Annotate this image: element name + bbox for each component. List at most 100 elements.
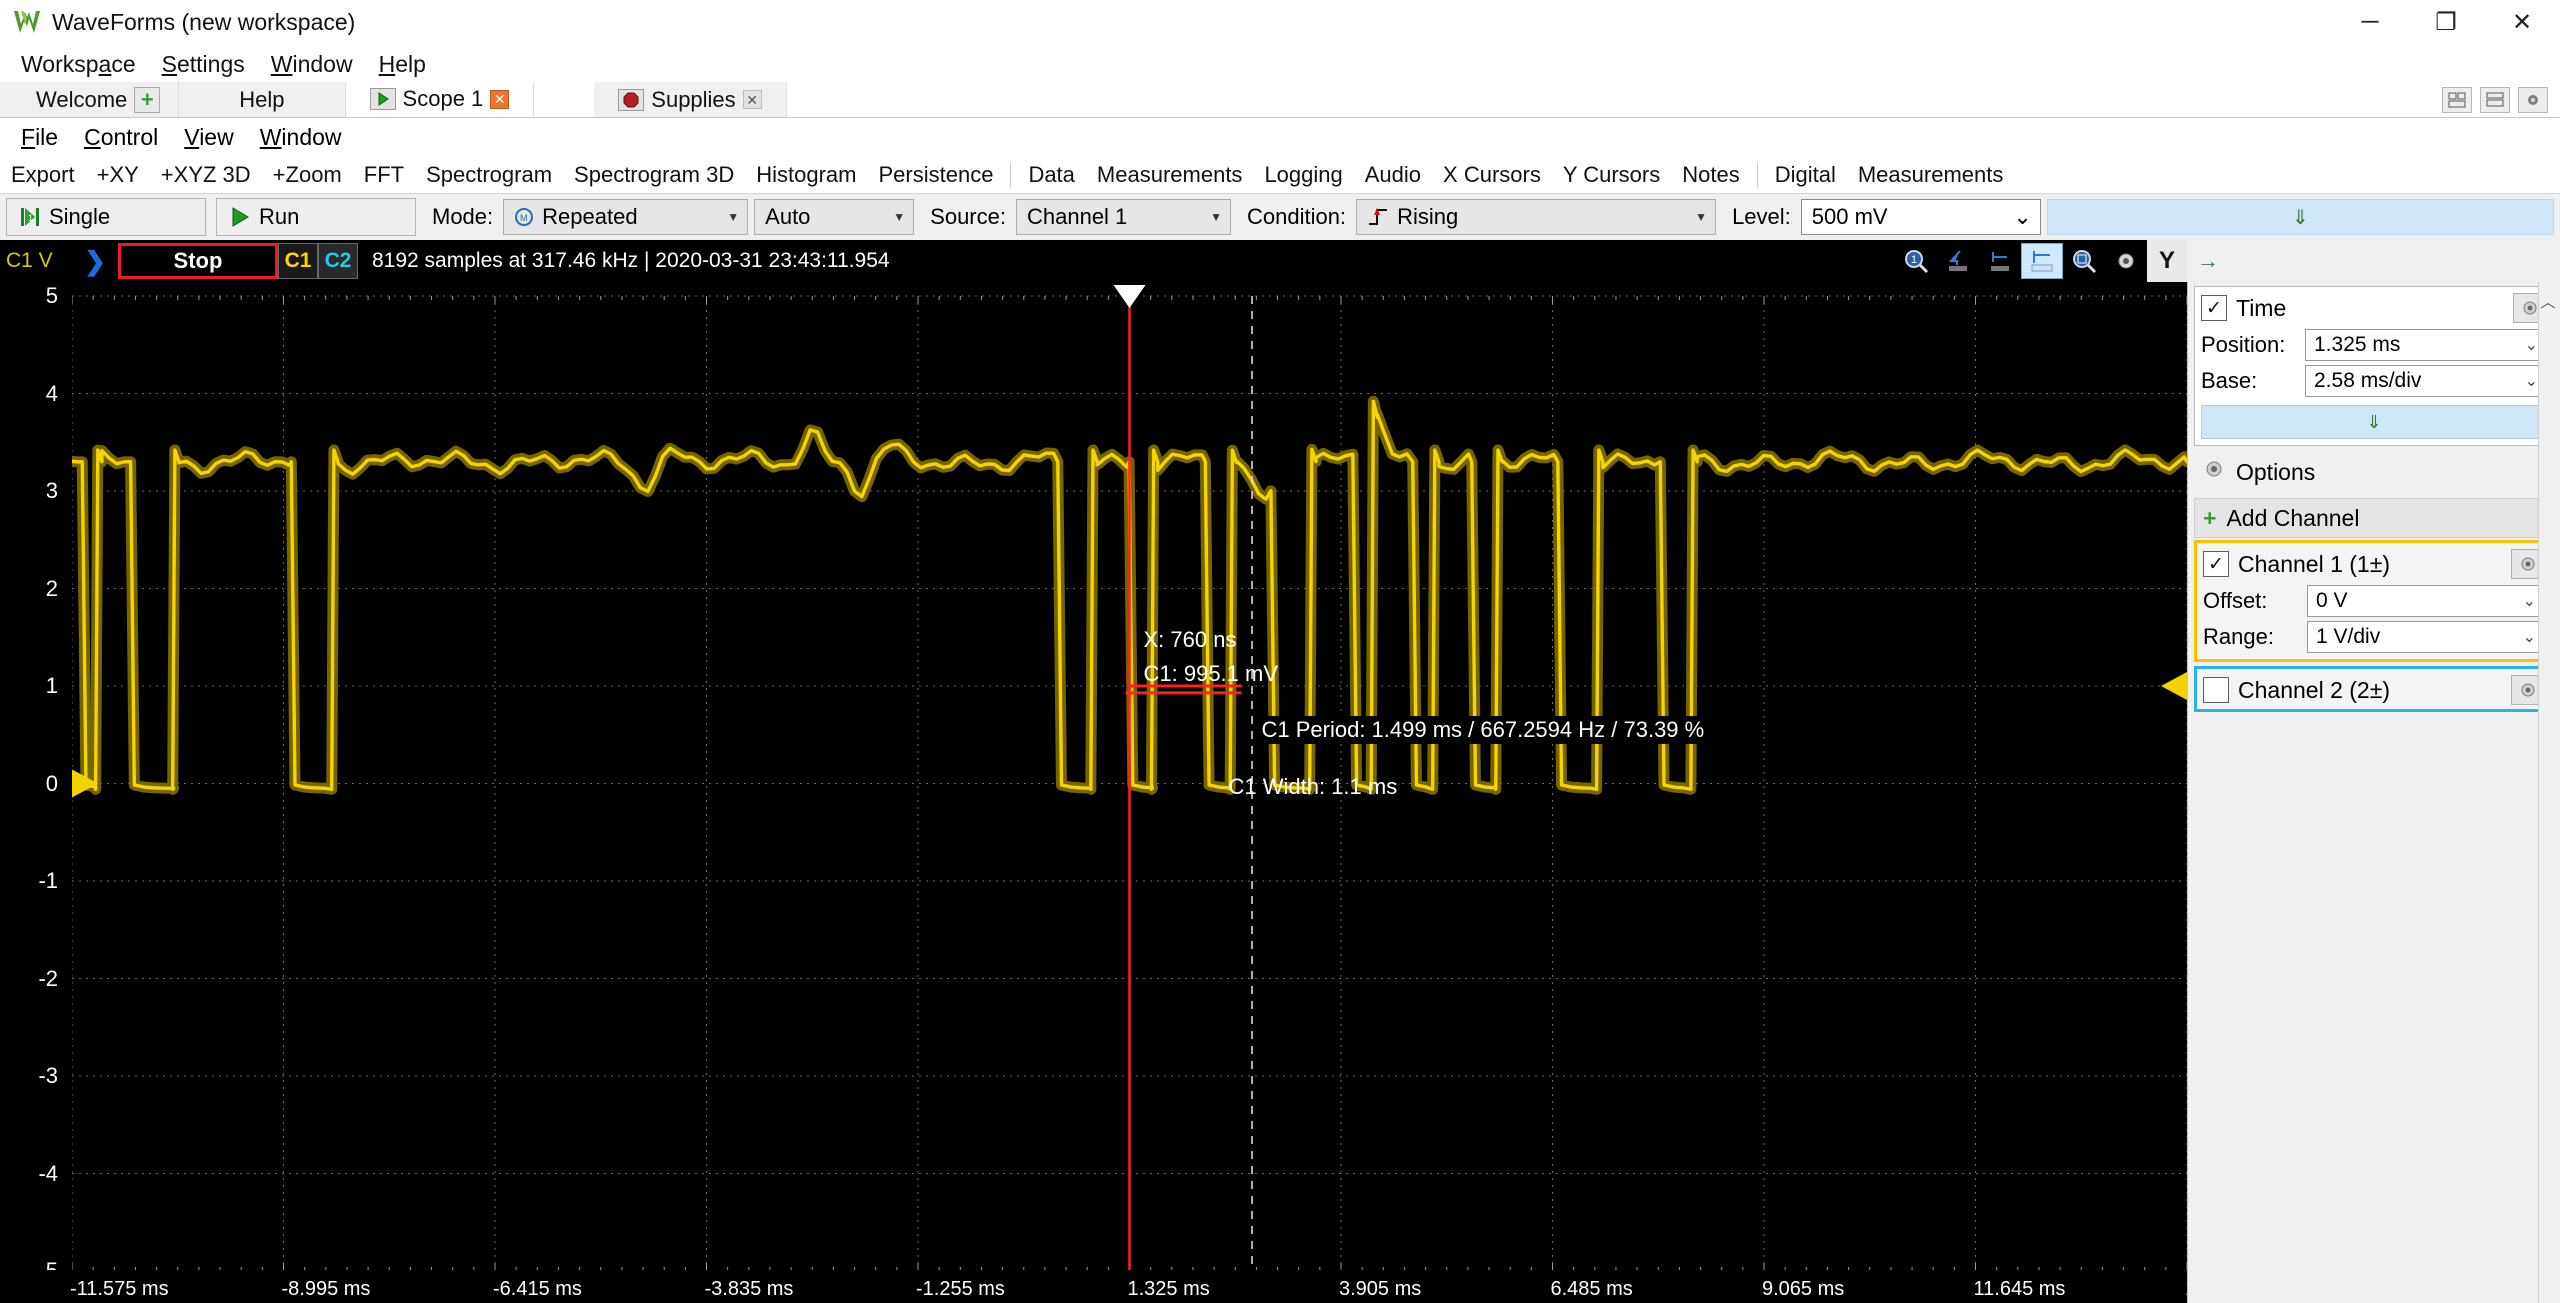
toolbar-digital[interactable]: Digital <box>1764 162 1847 188</box>
position-value: 1.325 ms <box>2314 333 2400 357</box>
toolbar-x-cursors[interactable]: X Cursors <box>1432 162 1552 188</box>
position-input[interactable]: 1.325 ms ⌄ <box>2305 329 2547 361</box>
scope-menu-control[interactable]: Control <box>71 122 171 153</box>
scroll-up-icon[interactable]: ︿ <box>2538 290 2558 312</box>
tab-scope-1[interactable]: Scope 1 ✕ <box>346 82 535 117</box>
channel-1-chip[interactable]: C1 <box>278 243 318 279</box>
device-manager-icon[interactable] <box>2518 87 2548 113</box>
tab-help[interactable]: Help <box>179 82 345 117</box>
waveforms-logo-icon <box>12 7 42 37</box>
toolbar-notes[interactable]: Notes <box>1671 162 1750 188</box>
y-axis-tick-label: -3 <box>38 1063 58 1089</box>
toolbar-spectrogram[interactable]: Spectrogram <box>415 162 563 188</box>
menu-help[interactable]: Help <box>366 49 439 80</box>
panel-collapse-arrow-icon[interactable]: → <box>2197 248 2219 274</box>
toolbar-measurements[interactable]: Measurements <box>1847 162 2015 188</box>
channel-2-chip[interactable]: C2 <box>318 243 358 279</box>
toolbar-fft[interactable]: FFT <box>353 162 415 188</box>
condition-select[interactable]: Rising ▼ <box>1356 199 1716 235</box>
add-channel-row[interactable]: + Add Channel ▾ <box>2194 498 2554 538</box>
oscilloscope-plot[interactable]: 543210-1-2-3-4-5 X: 760 nsC1: 995.1 mVC1… <box>0 282 2187 1285</box>
toolbar-zoom[interactable]: +Zoom <box>262 162 353 188</box>
zoom-one-icon[interactable]: 1 <box>1895 243 1937 279</box>
toolbar-data[interactable]: Data <box>1017 162 1085 188</box>
plot-canvas[interactable]: X: 760 nsC1: 995.1 mVC1 Period: 1.499 ms… <box>72 282 2187 1285</box>
source-select[interactable]: Channel 1 ▼ <box>1016 199 1231 235</box>
toolbar-separator <box>1010 163 1011 187</box>
cursor-arrow-icon[interactable] <box>1937 243 1979 279</box>
single-button[interactable]: 1 Single <box>6 198 206 236</box>
channel-1-range-row: Range: 1 V/div ⌄ <box>2197 619 2551 659</box>
x-axis-tick-label: -3.835 ms <box>705 1278 794 1301</box>
tab-scope-1-label: Scope 1 <box>403 86 484 112</box>
chevron-down-icon: ⌄ <box>2523 627 2536 647</box>
plus-icon: + <box>2203 505 2216 532</box>
offset-input[interactable]: 0 V ⌄ <box>2307 585 2545 617</box>
toolbar-spectrogram-3d[interactable]: Spectrogram 3D <box>563 162 745 188</box>
tab-help-label: Help <box>239 87 284 113</box>
base-input[interactable]: 2.58 ms/div ⌄ <box>2305 365 2547 397</box>
toolbar-persistence[interactable]: Persistence <box>867 162 1004 188</box>
tab-supplies[interactable]: Supplies ✕ <box>594 82 786 117</box>
time-position-slider[interactable]: ⇓ <box>2201 405 2547 439</box>
toolbar-measurements[interactable]: Measurements <box>1086 162 1254 188</box>
close-icon[interactable]: ✕ <box>743 90 762 109</box>
measure-left-icon[interactable] <box>1979 243 2021 279</box>
scope-menu-file[interactable]: File <box>8 122 71 153</box>
plus-icon[interactable]: + <box>134 87 160 113</box>
toolbar-y-cursors[interactable]: Y Cursors <box>1552 162 1671 188</box>
waveforms-application-window: WaveForms (new workspace) ─ ❐ ✕ Workspac… <box>0 0 2560 1303</box>
scope-menu-view[interactable]: View <box>171 122 246 153</box>
minimize-button[interactable]: ─ <box>2332 0 2408 44</box>
auto-select[interactable]: Auto ▼ <box>754 199 914 235</box>
toolbar-audio[interactable]: Audio <box>1354 162 1432 188</box>
toolbar-histogram[interactable]: Histogram <box>745 162 867 188</box>
window-controls: ─ ❐ ✕ <box>2332 0 2560 44</box>
close-button[interactable]: ✕ <box>2484 0 2560 44</box>
stack-windows-icon[interactable] <box>2480 87 2510 113</box>
channel-2-title: Channel 2 (2±) <box>2238 677 2502 704</box>
close-icon[interactable]: ✕ <box>490 90 509 109</box>
y-axis-tick-label: 3 <box>46 478 58 504</box>
auto-value: Auto <box>765 204 810 230</box>
y-axis-tick-label: 1 <box>46 673 58 699</box>
run-button[interactable]: Run <box>216 198 416 236</box>
scope-menu-window[interactable]: Window <box>247 122 355 153</box>
run-play-icon <box>229 206 251 228</box>
options-label: Options <box>2236 459 2315 486</box>
toolbar-xy[interactable]: +XY <box>86 162 150 188</box>
menu-settings[interactable]: Settings <box>149 49 258 80</box>
time-checkbox[interactable]: ✓ <box>2201 295 2227 321</box>
panel-scrollbar[interactable] <box>2538 282 2560 1303</box>
zoom-fit-icon[interactable] <box>2063 243 2105 279</box>
options-row[interactable]: Options ▾ <box>2194 452 2554 492</box>
maximize-button[interactable]: ❐ <box>2408 0 2484 44</box>
y-axis-tick-label: -2 <box>38 966 58 992</box>
y-axis-tick-label: -1 <box>38 868 58 894</box>
channel-1-checkbox[interactable]: ✓ <box>2203 551 2229 577</box>
single-icon: 1 <box>19 206 41 228</box>
position-label: Position: <box>2201 332 2299 358</box>
measure-full-icon[interactable] <box>2021 243 2063 279</box>
acquisition-info: 8192 samples at 317.46 kHz | 2020-03-31 … <box>358 249 890 273</box>
trigger-level-slider[interactable]: ⇓ <box>2047 199 2554 235</box>
range-input[interactable]: 1 V/div ⌄ <box>2307 621 2545 653</box>
menu-window[interactable]: Window <box>258 49 366 80</box>
mode-select[interactable]: M Repeated ▼ <box>503 199 748 235</box>
toolbar-export[interactable]: Export <box>0 162 86 188</box>
toolbar-logging[interactable]: Logging <box>1253 162 1353 188</box>
toolbar-xyz-3d[interactable]: +XYZ 3D <box>150 162 262 188</box>
base-label: Base: <box>2201 368 2299 394</box>
y-axis-tick-label: 4 <box>46 381 58 407</box>
y-axis-selector[interactable]: Y <box>2147 240 2187 282</box>
gear-icon[interactable] <box>2105 243 2147 279</box>
level-input[interactable]: 500 mV ⌄ <box>1801 199 2041 235</box>
tile-windows-icon[interactable] <box>2442 87 2472 113</box>
channel-2-checkbox[interactable] <box>2203 677 2229 703</box>
status-bar-right-filler: → <box>2187 240 2560 282</box>
stop-icon <box>618 89 644 111</box>
chevron-down-icon: ⌄ <box>2525 371 2538 391</box>
menu-workspace[interactable]: Workspace <box>8 49 149 80</box>
tab-welcome[interactable]: Welcome + <box>0 82 179 117</box>
scope-toolbar: Export+XY+XYZ 3D+ZoomFFTSpectrogramSpect… <box>0 156 2560 194</box>
